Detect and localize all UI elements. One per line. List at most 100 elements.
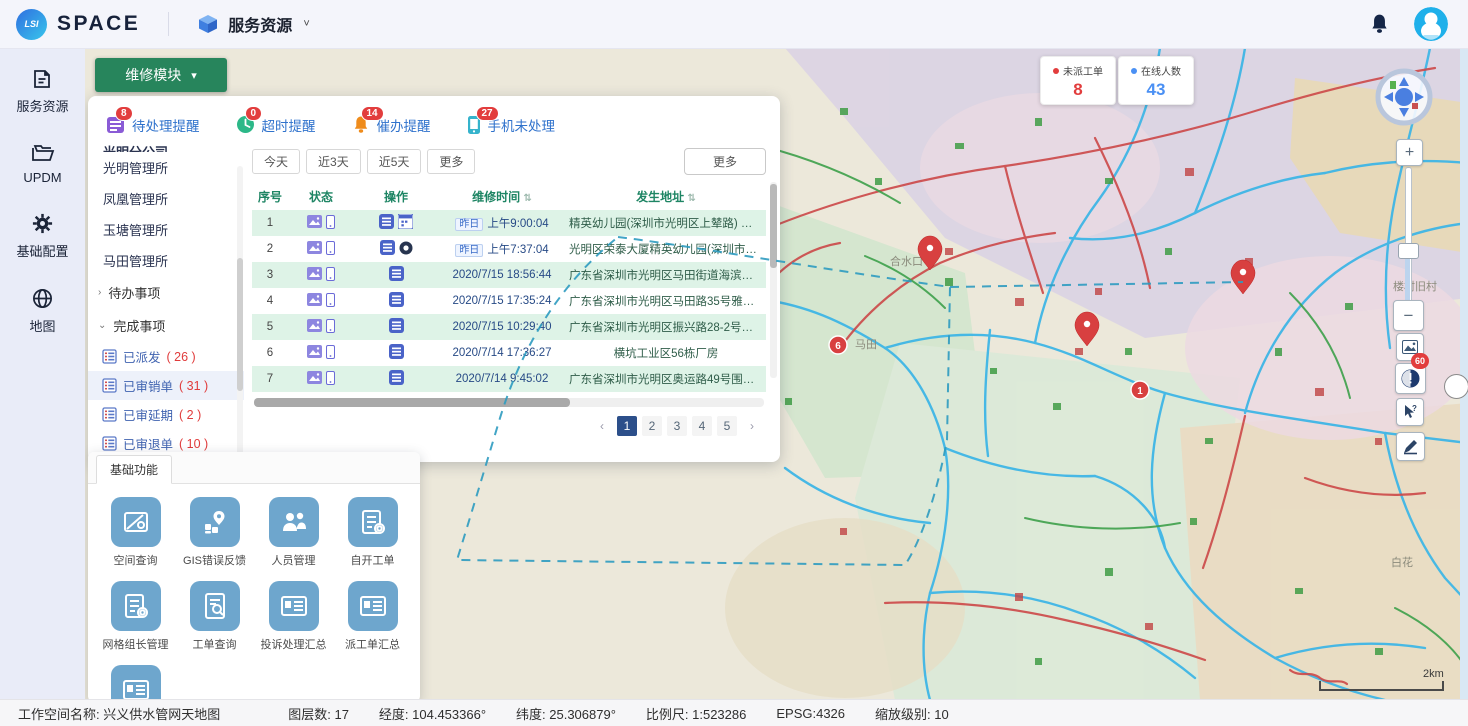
filter-5days[interactable]: 近5天 (367, 149, 422, 174)
photo-icon[interactable] (307, 293, 322, 306)
table-row[interactable]: 5 2020/7/15 10:29:40 广东省深圳市光明区振兴路28-2号雅达… (252, 314, 766, 340)
filter-3days[interactable]: 近3天 (306, 149, 361, 174)
status-item-closed[interactable]: 已审销单 ( 31 ) (88, 371, 244, 400)
app-self-workorder[interactable]: 自开工单 (335, 497, 410, 568)
photo-icon[interactable] (307, 371, 322, 384)
photo-icon[interactable] (307, 319, 322, 332)
tab-mobile-unprocessed[interactable]: 27 手机未处理 (467, 115, 556, 135)
photo-icon[interactable] (307, 241, 322, 254)
photo-icon[interactable] (307, 215, 322, 228)
phone-status-icon[interactable] (326, 371, 335, 385)
org-item-guangming[interactable]: 光明管理所 (88, 152, 244, 183)
group-done[interactable]: ⌄ 完成事项 (88, 309, 244, 342)
map-frame-icon (111, 497, 161, 547)
org-item-fenghuang[interactable]: 凤凰管理所 (88, 183, 244, 214)
app-grid-leader-mgmt[interactable]: 网格组长管理 (98, 581, 173, 652)
stat-label: 在线人数 (1141, 63, 1181, 78)
module-dropdown-button[interactable]: 维修模块 ▾ (95, 58, 227, 92)
org-item-yutang[interactable]: 玉塘管理所 (88, 214, 244, 245)
panel-collapse-knob[interactable] (1444, 374, 1468, 399)
tab-timeout-reminder[interactable]: 0 超时提醒 (236, 115, 316, 135)
org-parent-item[interactable]: 光明分公司 (88, 142, 244, 152)
basic-functions-panel: 基础功能 空间查询 GIS错误反馈 人员管理 自开工单 网格组长管理 (88, 452, 420, 702)
dispatch-icon[interactable] (380, 240, 395, 255)
sketch-button[interactable] (1396, 432, 1425, 461)
phone-status-icon[interactable] (326, 345, 335, 359)
list-icon (102, 378, 117, 393)
tab-urge-reminder[interactable]: 14 催办提醒 (352, 115, 431, 135)
page-3[interactable]: 3 (667, 416, 687, 436)
pin-feedback-icon (190, 497, 240, 547)
sidebar-item-updm[interactable]: UPDM (23, 142, 61, 185)
bell-icon[interactable] (1369, 13, 1390, 35)
photo-icon[interactable] (307, 267, 322, 280)
sidebar-item-service-resource[interactable]: 服务资源 (16, 68, 68, 115)
zoom-in-button[interactable]: + (1396, 139, 1423, 166)
phone-status-icon[interactable] (326, 241, 335, 255)
top-bar: LSI SPACE 服务资源 ˅ (0, 0, 1468, 49)
col-address[interactable]: 发生地址 ⇅ (566, 183, 766, 210)
table-row[interactable]: 1 昨日上午9:00:04 精英幼儿园(深圳市光明区上辇路) 广东省深圳市光明.… (252, 210, 766, 236)
status-item-postponed[interactable]: 已审延期 ( 2 ) (88, 400, 244, 429)
photo-icon[interactable] (307, 345, 322, 358)
tab-pending-reminder[interactable]: 8 待处理提醒 (106, 115, 200, 135)
col-time[interactable]: 维修时间 ⇅ (438, 183, 566, 210)
status-item-dispatched[interactable]: 已派发 ( 26 ) (88, 342, 244, 371)
eye-icon[interactable] (399, 241, 413, 255)
sidebar-item-map[interactable]: 地图 (29, 287, 55, 335)
page-next[interactable]: › (742, 416, 762, 436)
minus-icon: − (1404, 306, 1414, 326)
dispatch-icon[interactable] (389, 318, 404, 333)
group-todo[interactable]: › 待办事项 (88, 276, 244, 309)
app-dispatch-summary[interactable]: 派工单汇总 (335, 581, 410, 652)
sort-icon: ⇅ (523, 193, 531, 204)
dispatch-icon[interactable] (389, 344, 404, 359)
basic-panel-tabbar: 基础功能 (88, 452, 420, 484)
sidebar-item-basic-config[interactable]: 基础配置 (16, 212, 68, 260)
sidebar-item-label: 基础配置 (16, 241, 68, 260)
info-circle-icon (1401, 369, 1420, 388)
dispatch-icon[interactable] (379, 214, 394, 229)
page-2[interactable]: 2 (642, 416, 662, 436)
table-row[interactable]: 2 昨日上午7:37:04 光明区荣泰大厦精英幼儿园(深圳市光明区上辇路) (252, 236, 766, 262)
app-duty-roster[interactable]: 排班表 (98, 665, 173, 702)
calendar-icon[interactable] (398, 214, 413, 229)
page-4[interactable]: 4 (692, 416, 712, 436)
dispatch-icon[interactable] (389, 292, 404, 307)
table-row[interactable]: 7 2020/7/14 9:45:02 广东省深圳市光明区奥运路49号围仔上石家… (252, 366, 766, 392)
app-workorder-query[interactable]: 工单查询 (177, 581, 252, 652)
page-5[interactable]: 5 (717, 416, 737, 436)
more-button[interactable]: 更多 (684, 148, 766, 175)
user-avatar[interactable] (1414, 7, 1448, 41)
compass-control[interactable] (1378, 71, 1430, 123)
map-label: 合水口 (890, 254, 923, 268)
svg-text:6: 6 (835, 341, 841, 352)
phone-status-icon[interactable] (326, 215, 335, 229)
page-1[interactable]: 1 (617, 416, 637, 436)
tab-basic-functions[interactable]: 基础功能 (96, 455, 172, 484)
zoom-slider-handle[interactable] (1398, 243, 1419, 259)
table-row[interactable]: 6 2020/7/14 17:36:27 横坑工业区56栋厂房 (252, 340, 766, 366)
table-row[interactable]: 4 2020/7/15 17:35:24 广东省深圳市光明区马田路35号雅达马山… (252, 288, 766, 314)
phone-status-icon[interactable] (326, 293, 335, 307)
page-prev[interactable]: ‹ (592, 416, 612, 436)
app-gis-feedback[interactable]: GIS错误反馈 (177, 497, 252, 568)
filter-today[interactable]: 今天 (252, 149, 300, 174)
phone-status-icon[interactable] (326, 267, 335, 281)
org-item-matian[interactable]: 马田管理所 (88, 245, 244, 276)
filter-more[interactable]: 更多 (427, 149, 475, 174)
app-personnel-mgmt[interactable]: 人员管理 (256, 497, 331, 568)
identify-button[interactable]: ? (1396, 398, 1424, 426)
phone-status-icon[interactable] (326, 319, 335, 333)
org-list-scrollbar[interactable] (237, 166, 243, 454)
table-horizontal-scrollbar[interactable] (254, 398, 764, 407)
table-row[interactable]: 3 2020/7/15 18:56:44 广东省深圳市光明区马田街道海滨路雅居乐… (252, 262, 766, 288)
table-vertical-scrollbar[interactable] (770, 182, 777, 378)
app-spatial-query[interactable]: 空间查询 (98, 497, 173, 568)
app-complaint-summary[interactable]: 投诉处理汇总 (256, 581, 331, 652)
zoom-out-button[interactable]: − (1393, 300, 1424, 331)
dispatch-icon[interactable] (389, 266, 404, 281)
card-icon (111, 665, 161, 702)
app-switcher[interactable]: 服务资源 ˅ (197, 12, 309, 36)
dispatch-icon[interactable] (389, 370, 404, 385)
